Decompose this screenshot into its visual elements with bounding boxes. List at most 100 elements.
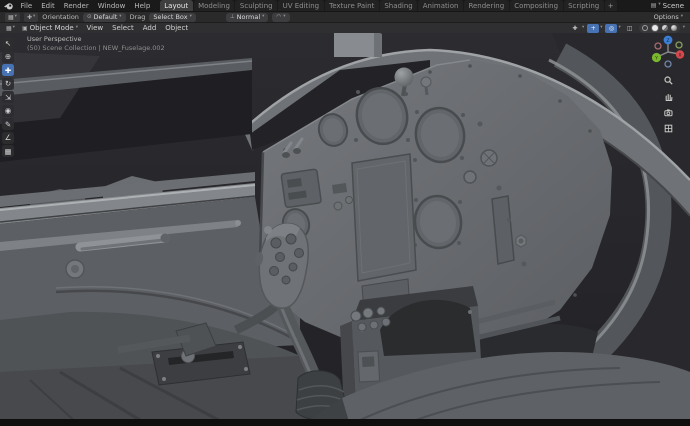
bottom-edge-strip — [0, 419, 690, 426]
tab-shading[interactable]: Shading — [380, 0, 417, 11]
orientation-value: Default — [94, 13, 118, 21]
tab-rendering[interactable]: Rendering — [464, 0, 509, 11]
chevron-down-icon: ▾ — [618, 26, 620, 31]
cockpit-model-render — [0, 33, 690, 426]
magnifier-icon — [664, 76, 673, 85]
chevron-down-icon: ▾ — [15, 15, 17, 20]
editor-type-selector[interactable]: ▦ ▾ — [3, 24, 18, 33]
viewport-editor-icon: ▦ — [6, 25, 12, 32]
tool-annotate-button[interactable]: ✎ — [2, 118, 14, 130]
3d-viewport[interactable]: User Perspective (50) Scene Collection |… — [0, 33, 690, 426]
shading-wireframe-button[interactable] — [642, 25, 648, 31]
chevron-down-icon: ▾ — [13, 26, 15, 31]
tool-rotate-button[interactable]: ↻ — [2, 78, 14, 90]
tab-compositing[interactable]: Compositing — [510, 0, 563, 11]
mode-label: Object Mode — [30, 24, 74, 32]
drag-label: Drag — [130, 13, 146, 21]
zoom-button[interactable] — [662, 74, 674, 86]
tool-cursor-button[interactable]: ⊕ — [2, 51, 14, 63]
chevron-down-icon: ▾ — [262, 15, 264, 20]
scene-icon: ▤ — [651, 2, 657, 9]
shading-mode-group — [639, 23, 680, 33]
object-mode-icon: ▣ — [22, 25, 28, 32]
menu-help[interactable]: Help — [130, 2, 155, 10]
blender-window: { "colors": { "accent": "#4772b3", "menu… — [0, 0, 690, 426]
menu-select[interactable]: Select — [108, 24, 139, 32]
grid-icon: ▦ — [8, 14, 14, 21]
chevron-down-icon: ▾ — [190, 15, 192, 20]
transform-orientation-value: Normal — [237, 13, 261, 21]
drag-value: Select Box — [153, 13, 187, 21]
options-dropdown[interactable]: Options ▾ — [654, 13, 685, 21]
chevron-down-icon: ▾ — [76, 26, 78, 31]
tool-transform-button[interactable]: ◉ — [2, 105, 14, 117]
tool-settings-bar: ▦ ▾ ✚ ▾ Orientation ⊙ Default ▾ Drag Sel… — [0, 11, 690, 22]
orientation-select[interactable]: ⊙ Default ▾ — [83, 13, 126, 22]
perspective-toggle-button[interactable] — [662, 122, 674, 134]
tab-scripting[interactable]: Scripting — [564, 0, 604, 11]
shading-material-button[interactable] — [662, 25, 668, 31]
tab-uv-editing[interactable]: UV Editing — [278, 0, 324, 11]
tab-sculpting[interactable]: Sculpting — [235, 0, 277, 11]
tool-add-cube-button[interactable]: ▦ — [2, 145, 14, 157]
tab-animation[interactable]: Animation — [418, 0, 463, 11]
pan-button[interactable] — [662, 90, 674, 102]
workspace-tabs: Layout Modeling Sculpting UV Editing Tex… — [160, 0, 618, 11]
drag-select[interactable]: Select Box ▾ — [149, 13, 195, 22]
axis-icon: ⊥ — [230, 14, 235, 20]
add-workspace-button[interactable]: + — [605, 0, 617, 11]
move-cross-icon: ✚ — [27, 14, 32, 21]
menu-add[interactable]: Add — [138, 24, 161, 32]
falloff-curve-icon: ◠ — [276, 14, 281, 20]
camera-icon — [664, 108, 673, 117]
scene-name: Scene — [663, 2, 684, 10]
orientation-gizmo[interactable]: X Y Z — [650, 34, 686, 70]
chevron-down-icon: ▾ — [582, 26, 584, 31]
show-gizmos-toggle[interactable]: + — [587, 24, 599, 33]
shading-solid-active — [651, 24, 659, 32]
blender-logo-icon[interactable] — [4, 2, 13, 10]
chevron-down-icon: ▾ — [600, 26, 602, 31]
hand-icon — [664, 92, 673, 101]
tool-select-box-button[interactable]: ↖ — [2, 37, 14, 49]
axis-y-label: Y — [654, 56, 658, 62]
tab-modeling[interactable]: Modeling — [194, 0, 235, 11]
tool-scale-button[interactable]: ⇲ — [2, 91, 14, 103]
view-name: User Perspective — [27, 35, 165, 44]
orientation-label: Orientation — [42, 13, 79, 21]
grid-icon — [664, 124, 673, 133]
orientation-icon: ⊙ — [87, 14, 92, 20]
xray-toggle[interactable]: ◫ — [624, 24, 636, 33]
shading-dropdown-icon[interactable]: ▾ — [683, 26, 685, 31]
gizmo-dropdown[interactable]: ✚ ▾ — [24, 13, 38, 22]
menu-object[interactable]: Object — [161, 24, 193, 32]
shading-rendered-button[interactable] — [671, 25, 677, 31]
tool-shelf: ↖ ⊕ ✚ ↻ ⇲ ◉ ✎ ∠ ▦ — [2, 37, 14, 157]
camera-view-button[interactable] — [662, 106, 674, 118]
transform-gizmo-button[interactable]: ✚ — [569, 24, 581, 33]
shading-solid-button[interactable] — [652, 25, 658, 31]
viewport-header: ▦ ▾ ▣ Object Mode ▾ View Select Add Obje… — [0, 22, 690, 33]
menu-render[interactable]: Render — [59, 2, 93, 10]
active-tool-dropdown[interactable]: ▦ ▾ — [5, 13, 20, 22]
viewport-header-right: ✚ ▾ + ▾ ◎ ▾ ◫ ▾ — [569, 23, 687, 33]
top-menu-bar: File Edit Render Window Help Layout Mode… — [0, 0, 690, 11]
menu-edit[interactable]: Edit — [37, 2, 60, 10]
blender-logo-glyph — [4, 2, 13, 10]
viewport-overlay-text: User Perspective (50) Scene Collection |… — [27, 35, 165, 53]
tool-move-button[interactable]: ✚ — [2, 64, 14, 76]
axis-z-label: Z — [666, 38, 669, 44]
tool-measure-button[interactable]: ∠ — [2, 132, 14, 144]
menu-view[interactable]: View — [82, 24, 108, 32]
viewport-nav-cluster: X Y Z — [649, 34, 687, 134]
menu-file[interactable]: File — [16, 2, 37, 10]
show-overlays-toggle[interactable]: ◎ — [605, 24, 617, 33]
mode-selector[interactable]: ▣ Object Mode ▾ — [18, 24, 82, 32]
tab-layout[interactable]: Layout — [160, 0, 193, 11]
scene-selector[interactable]: ▤ ▾ Scene — [651, 2, 686, 10]
tab-texture-paint[interactable]: Texture Paint — [325, 0, 379, 11]
proportional-falloff-select[interactable]: ◠ ▾ — [272, 13, 289, 22]
menu-window[interactable]: Window — [93, 2, 130, 10]
chevron-down-icon: ▾ — [681, 15, 683, 20]
transform-orientation-select[interactable]: ⊥ Normal ▾ — [226, 13, 269, 22]
